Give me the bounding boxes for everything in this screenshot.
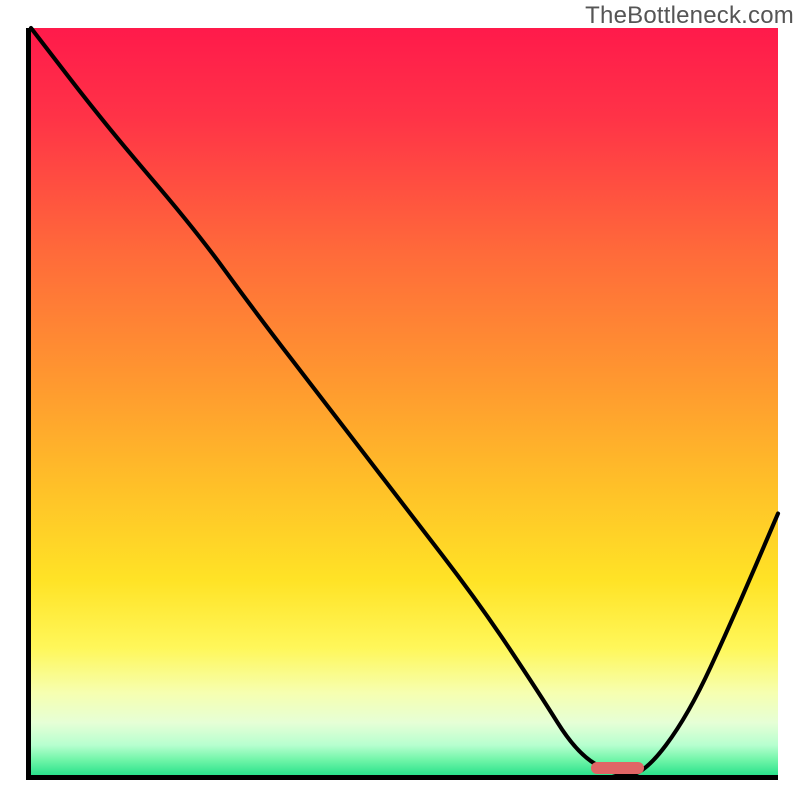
optimal-zone-marker (591, 762, 643, 774)
bottleneck-curve (31, 28, 778, 775)
watermark-label: TheBottleneck.com (585, 2, 794, 30)
plot-area (26, 28, 778, 780)
chart-container: TheBottleneck.com (0, 0, 800, 800)
